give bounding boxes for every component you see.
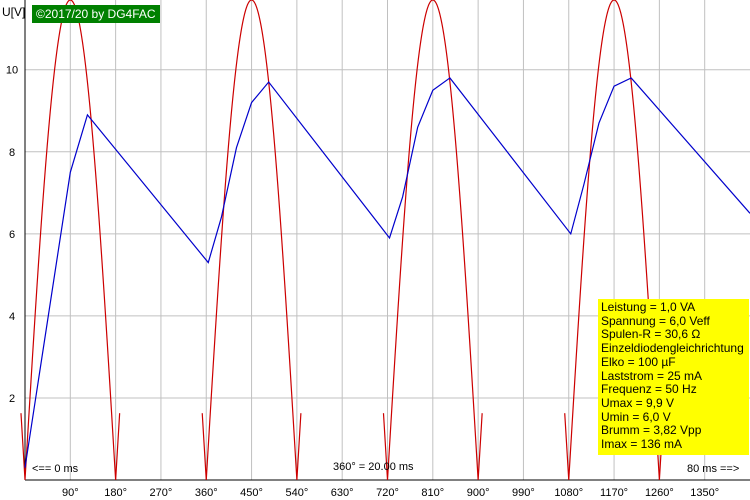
copyright-badge: ©2017/20 by DG4FAC xyxy=(32,5,160,23)
y-tick-label: 10 xyxy=(6,65,18,77)
x-tick-labels: 90° 180° 270° 360° 450° 540° 630° 720° 810° 900° 9… xyxy=(62,487,719,499)
y-tick-label: 6 xyxy=(9,229,15,241)
annotation-period: 360° = 20.00 ms xyxy=(333,461,414,473)
info-line: Brumm = 3,82 Vpp xyxy=(601,423,702,438)
info-line: Umin = 6,0 V xyxy=(601,409,671,424)
x-tick-label: 630° xyxy=(331,487,354,499)
annotation-end: 80 ms ==> xyxy=(687,463,740,475)
x-tick-label: 810° xyxy=(421,487,444,499)
x-tick-label: 1350° xyxy=(690,487,719,499)
x-tick-label: 360° xyxy=(195,487,218,499)
info-line: Imax = 136 mA xyxy=(601,437,683,452)
x-tick-label: 450° xyxy=(240,487,263,499)
y-tick-label: 4 xyxy=(9,311,15,323)
y-tick-label: 2 xyxy=(9,393,15,405)
x-tick-label: 990° xyxy=(512,487,535,499)
y-axis-label: U[V] xyxy=(2,5,26,19)
x-tick-label: 900° xyxy=(467,487,490,499)
x-tick-label: 1080° xyxy=(554,487,583,499)
info-line: Spulen-R = 30,6 Ω xyxy=(601,327,701,342)
info-box: Leistung = 1,0 VA Spannung = 6,0 Veff Sp… xyxy=(598,299,749,455)
x-tick-label: 1170° xyxy=(600,487,628,499)
x-tick-label: 270° xyxy=(150,487,173,499)
info-line: Einzeldiodengleichrichtung xyxy=(601,341,744,356)
info-line: Laststrom = 25 mA xyxy=(601,368,703,383)
info-line: Leistung = 1,0 VA xyxy=(601,300,696,314)
y-tick-labels: 2 4 6 8 10 xyxy=(6,65,18,405)
info-line: Umax = 9,9 V xyxy=(601,395,675,410)
info-line: Spannung = 6,0 Veff xyxy=(601,313,710,328)
x-tick-label: 1260° xyxy=(645,487,674,499)
info-line: Frequenz = 50 Hz xyxy=(601,382,697,397)
y-tick-label: 8 xyxy=(9,147,15,159)
x-tick-label: 720° xyxy=(376,487,399,499)
annotation-start: <== 0 ms xyxy=(32,463,79,475)
x-tick-label: 180° xyxy=(104,487,127,499)
x-tick-label: 540° xyxy=(285,487,308,499)
info-line: Elko = 100 µF xyxy=(601,354,676,369)
x-tick-label: 90° xyxy=(62,487,79,499)
